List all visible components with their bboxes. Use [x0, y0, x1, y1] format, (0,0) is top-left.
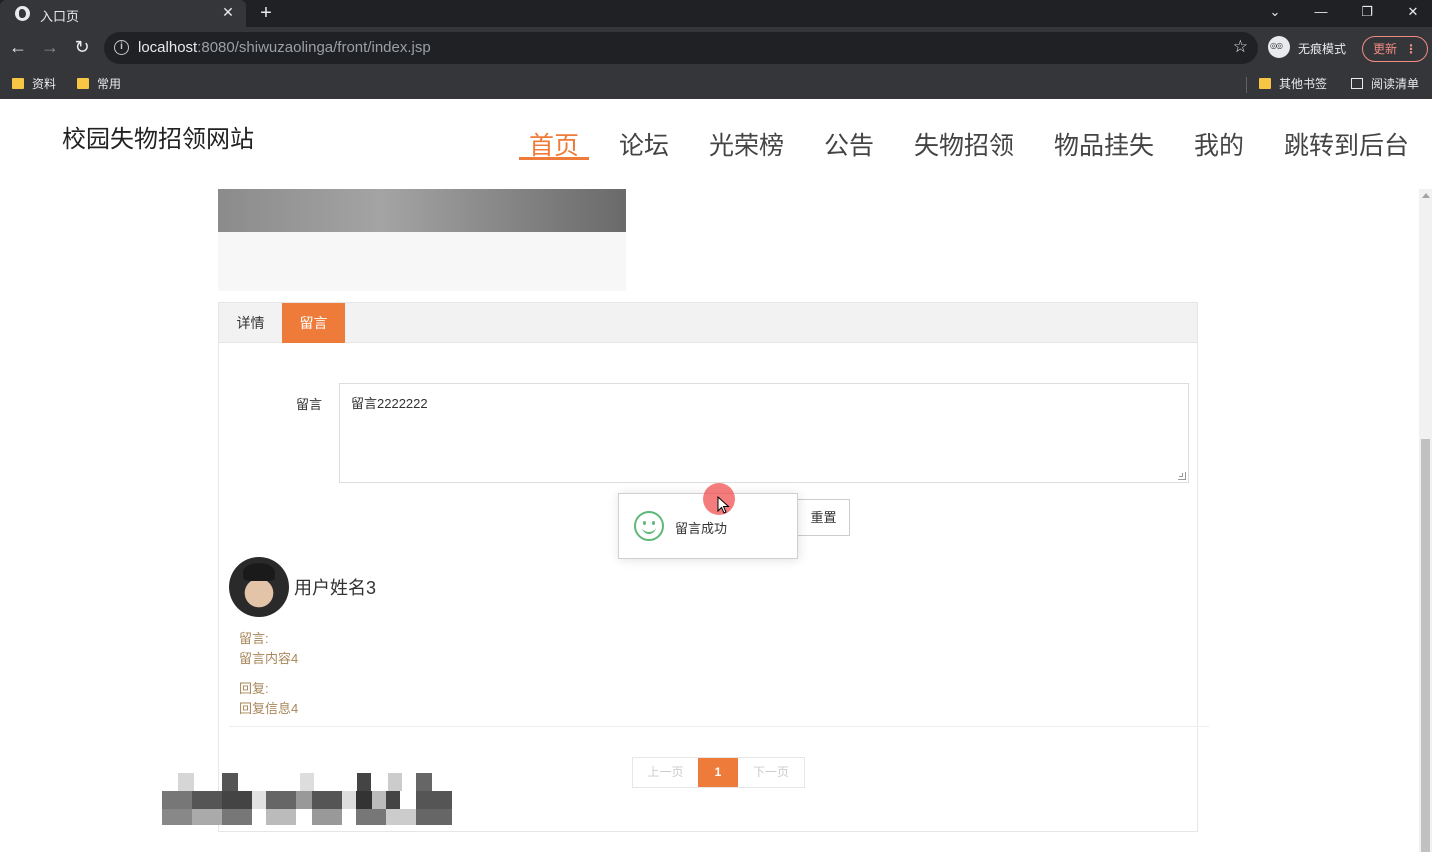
window-close-button[interactable]: ✕ [1398, 0, 1428, 24]
tab-bar: 详情 留言 [219, 303, 1197, 343]
mouse-cursor-icon [717, 496, 730, 514]
tab-close-icon[interactable]: ✕ [219, 3, 237, 21]
nav-lost-found[interactable]: 失物招领 [914, 126, 1014, 160]
browser-toolbar: ← → ↻ i localhost:8080/shiwuzaolinga/fro… [0, 27, 1432, 69]
menu-icon[interactable]: ⋮ [1405, 37, 1417, 61]
nav-announcements[interactable]: 公告 [824, 126, 874, 160]
tab-title: 入口页 [40, 9, 80, 24]
update-button[interactable]: 更新 ⋮ [1362, 36, 1428, 62]
nav-mine[interactable]: 我的 [1194, 126, 1244, 160]
url-text: localhost:8080/shiwuzaolinga/front/index… [138, 39, 431, 56]
bookmark-folder-ziliao[interactable]: 资料 [12, 75, 56, 93]
toast-message: 留言成功 [675, 521, 728, 536]
nav-forum[interactable]: 论坛 [619, 126, 669, 160]
forward-button[interactable]: → [39, 36, 61, 58]
current-page[interactable]: 1 [698, 758, 738, 787]
item-image-caption [218, 232, 626, 291]
page-scrollbar[interactable] [1419, 189, 1432, 852]
folder-icon [12, 78, 24, 89]
tab-details[interactable]: 详情 [219, 303, 282, 343]
message-field-label: 留言 [296, 397, 323, 412]
address-bar[interactable]: i localhost:8080/shiwuzaolinga/front/ind… [104, 32, 1258, 64]
scroll-up-arrow-icon[interactable] [1422, 193, 1430, 198]
bookmark-label: 阅读清单 [1371, 77, 1420, 91]
nav-home[interactable]: 首页 [518, 126, 590, 160]
tab-messages[interactable]: 留言 [282, 303, 345, 343]
tab-search-icon[interactable]: ⌄ [1260, 0, 1290, 24]
comment-text: 留言内容4 [239, 651, 299, 666]
folder-icon [77, 78, 89, 89]
detail-panel: 详情 留言 留言 留言2222222 重置 用户姓名3 留言: 留言内容4 回复… [218, 302, 1209, 832]
next-page-button[interactable]: 下一页 [738, 758, 804, 787]
reading-list[interactable]: 阅读清单 [1351, 75, 1419, 93]
reload-button[interactable]: ↻ [71, 36, 93, 58]
comment-divider [229, 726, 1209, 727]
restore-button[interactable]: ❐ [1352, 0, 1382, 24]
reset-button[interactable]: 重置 [797, 499, 850, 536]
globe-icon [15, 6, 30, 21]
message-textarea-value: 留言2222222 [351, 396, 428, 411]
prev-page-button[interactable]: 上一页 [633, 758, 698, 787]
bookmark-folder-changyong[interactable]: 常用 [77, 75, 121, 93]
incognito-label: 无痕模式 [1298, 42, 1347, 56]
bookmark-star-icon[interactable]: ☆ [1233, 37, 1248, 57]
bookmarks-bar: 资料 常用 其他书签 阅读清单 [0, 69, 1432, 99]
item-image [218, 189, 626, 232]
reply-text: 回复信息4 [239, 701, 299, 716]
site-title: 校园失物招领网站 [62, 126, 254, 153]
message-textarea[interactable]: 留言2222222 [339, 383, 1189, 483]
reading-list-icon [1351, 78, 1363, 89]
new-tab-button[interactable]: + [256, 1, 276, 25]
minimize-button[interactable]: — [1306, 0, 1336, 24]
smile-icon [634, 511, 664, 541]
nav-honor-roll[interactable]: 光荣榜 [709, 126, 784, 160]
url-host: localhost [138, 39, 198, 56]
nav-report-lost[interactable]: 物品挂失 [1054, 126, 1154, 160]
info-icon[interactable]: i [114, 40, 129, 55]
comment-username: 用户姓名3 [294, 578, 377, 598]
bookmark-label: 其他书签 [1279, 77, 1328, 91]
reply-label: 回复: [239, 681, 269, 696]
scroll-thumb[interactable] [1421, 439, 1430, 852]
tab-strip: 入口页 ✕ + ⌄ — ❐ ✕ [0, 0, 1432, 27]
nav-admin[interactable]: 跳转到后台 [1284, 126, 1409, 160]
bookmark-other[interactable]: 其他书签 [1259, 75, 1327, 93]
comment-label: 留言: [239, 631, 269, 646]
back-button[interactable]: ← [7, 36, 29, 58]
folder-icon [1259, 78, 1271, 89]
avatar [229, 557, 289, 617]
resize-grip-icon[interactable] [1178, 472, 1186, 480]
bookmarks-separator [1246, 77, 1247, 93]
incognito-icon [1268, 36, 1290, 58]
browser-tab[interactable]: 入口页 ✕ [0, 0, 246, 27]
redacted-mosaic [160, 773, 456, 827]
pagination: 上一页 1 下一页 [632, 757, 805, 788]
url-path: :8080/shiwuzaolinga/front/index.jsp [197, 39, 431, 56]
bookmark-label: 资料 [32, 77, 57, 91]
bookmark-label: 常用 [97, 77, 122, 91]
update-label: 更新 [1373, 42, 1398, 56]
